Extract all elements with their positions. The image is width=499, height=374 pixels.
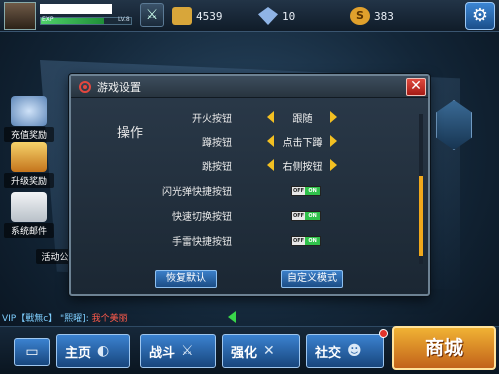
arrow-right-icon[interactable]: [330, 111, 337, 123]
toggle-on-label: ON: [305, 212, 320, 220]
recharge-reward-label: 充值奖励: [4, 127, 54, 142]
chat-button[interactable]: ▭: [14, 338, 50, 366]
toggle-off-label: OFF: [292, 237, 306, 245]
close-button[interactable]: ✕: [406, 78, 426, 96]
levelup-reward-button[interactable]: 升级奖励: [4, 142, 54, 188]
wrench-icon: ✕: [263, 343, 275, 359]
setting-label: 蹲按钮: [202, 138, 232, 149]
notification-badge: [379, 329, 388, 338]
dialog-title: 游戏设置: [97, 80, 141, 94]
rank-icon[interactable]: ⚔: [140, 3, 164, 27]
setting-row-crouch: 蹲按钮 点击下蹲: [77, 132, 422, 152]
levelup-reward-label: 升级奖励: [4, 173, 54, 188]
setting-label: 快速切换按钮: [172, 212, 232, 223]
custom-mode-button[interactable]: 自定义模式: [281, 270, 343, 288]
diamond-pile-icon: [11, 96, 47, 126]
battle-button[interactable]: 战斗 ⚔: [140, 334, 216, 368]
arrow-right-icon[interactable]: [330, 135, 337, 147]
settings-button[interactable]: ⚙: [465, 2, 495, 30]
settings-dialog: 游戏设置 ✕ 操作 开火按钮 跟随 蹲按钮 点击下蹲 跳按钮 右侧按钮 闪光弹快…: [69, 74, 430, 296]
grenade-toggle[interactable]: OFF ON: [291, 236, 321, 246]
diamond-resource: 10: [258, 6, 295, 26]
setting-value: 跟随: [292, 114, 313, 125]
chat-sender: VIP【戰無c】 "熙曜]:: [2, 314, 89, 324]
setting-row-grenade: 手雷快捷按钮 OFF ON: [77, 231, 422, 251]
settings-list: 操作 开火按钮 跟随 蹲按钮 点击下蹲 跳按钮 右侧按钮 闪光弹快捷按钮 OFF…: [77, 102, 422, 262]
gold-resource: 4539: [172, 6, 223, 26]
mail-icon: [11, 192, 47, 222]
chat-message: 我个美丽: [91, 314, 128, 324]
home-label: 主页: [65, 345, 92, 361]
toggle-off-label: OFF: [292, 187, 306, 195]
toggle-on-label: ON: [305, 237, 320, 245]
toggle-off-label: OFF: [292, 212, 306, 220]
top-bar: EXP LV.8 ⚔ 4539 10 S 383 ⚙: [0, 0, 499, 32]
arrow-left-icon[interactable]: [267, 135, 274, 147]
setting-value: 右侧按钮: [282, 162, 323, 173]
scrollbar-thumb[interactable]: [419, 176, 423, 256]
social-button[interactable]: 社交 ☻: [306, 334, 384, 368]
setting-row-quickswitch: 快速切换按钮 OFF ON: [77, 206, 422, 226]
setting-label: 开火按钮: [192, 114, 232, 125]
diamond-icon[interactable]: [258, 7, 278, 25]
setting-row-jump: 跳按钮 右侧按钮: [77, 156, 422, 176]
silver-value: 383: [374, 9, 394, 23]
upgrade-button[interactable]: 强化 ✕: [222, 334, 300, 368]
gold-value: 4539: [196, 9, 223, 23]
arrow-right-icon[interactable]: [330, 159, 337, 171]
quickswitch-toggle[interactable]: OFF ON: [291, 211, 321, 221]
player-avatar[interactable]: [4, 2, 36, 30]
dialog-title-bar: 游戏设置: [71, 76, 428, 98]
chat-line[interactable]: VIP【戰無c】 "熙曜]: 我个美丽: [2, 311, 128, 324]
gold-icon: [172, 7, 192, 25]
silver-resource: S 383: [350, 6, 394, 26]
shop-button[interactable]: 商城: [392, 326, 496, 370]
gear-icon: ⚙: [471, 5, 489, 26]
setting-label: 跳按钮: [202, 162, 232, 173]
gift-box-icon: [11, 142, 47, 172]
helmet-icon: ◐: [97, 343, 110, 359]
people-icon: ☻: [347, 343, 362, 359]
chat-bubble-icon: ▭: [25, 344, 39, 360]
toggle-on-label: ON: [305, 187, 320, 195]
home-button[interactable]: 主页 ◐: [56, 334, 130, 368]
setting-row-fire: 开火按钮 跟随: [77, 108, 422, 128]
setting-label: 闪光弹快捷按钮: [162, 187, 232, 198]
upgrade-label: 强化: [231, 345, 258, 361]
system-mail-label: 系统邮件: [4, 223, 54, 238]
reset-default-button[interactable]: 恢复默认: [155, 270, 217, 288]
close-icon: ✕: [410, 78, 422, 94]
target-icon: [79, 80, 91, 93]
recharge-reward-button[interactable]: 充值奖励: [4, 96, 54, 142]
battle-label: 战斗: [149, 345, 176, 361]
diamond-value: 10: [282, 9, 296, 23]
setting-label: 手雷快捷按钮: [172, 237, 232, 248]
setting-value: 点击下蹲: [282, 138, 323, 149]
arrow-left-icon[interactable]: [267, 111, 274, 123]
level-label: LV.8: [118, 16, 130, 23]
wings-icon: ⚔: [181, 343, 194, 359]
social-label: 社交: [315, 345, 342, 361]
silver-coin-icon[interactable]: S: [350, 7, 370, 25]
flashbang-toggle[interactable]: OFF ON: [291, 186, 321, 196]
exp-label: EXP: [42, 16, 54, 23]
scrollbar[interactable]: [419, 114, 423, 264]
chat-expand-arrow-icon[interactable]: [228, 311, 236, 323]
player-name-box: [40, 4, 112, 14]
setting-row-flashbang: 闪光弹快捷按钮 OFF ON: [77, 181, 422, 201]
system-mail-button[interactable]: 系统邮件: [4, 192, 54, 238]
arrow-left-icon[interactable]: [267, 159, 274, 171]
